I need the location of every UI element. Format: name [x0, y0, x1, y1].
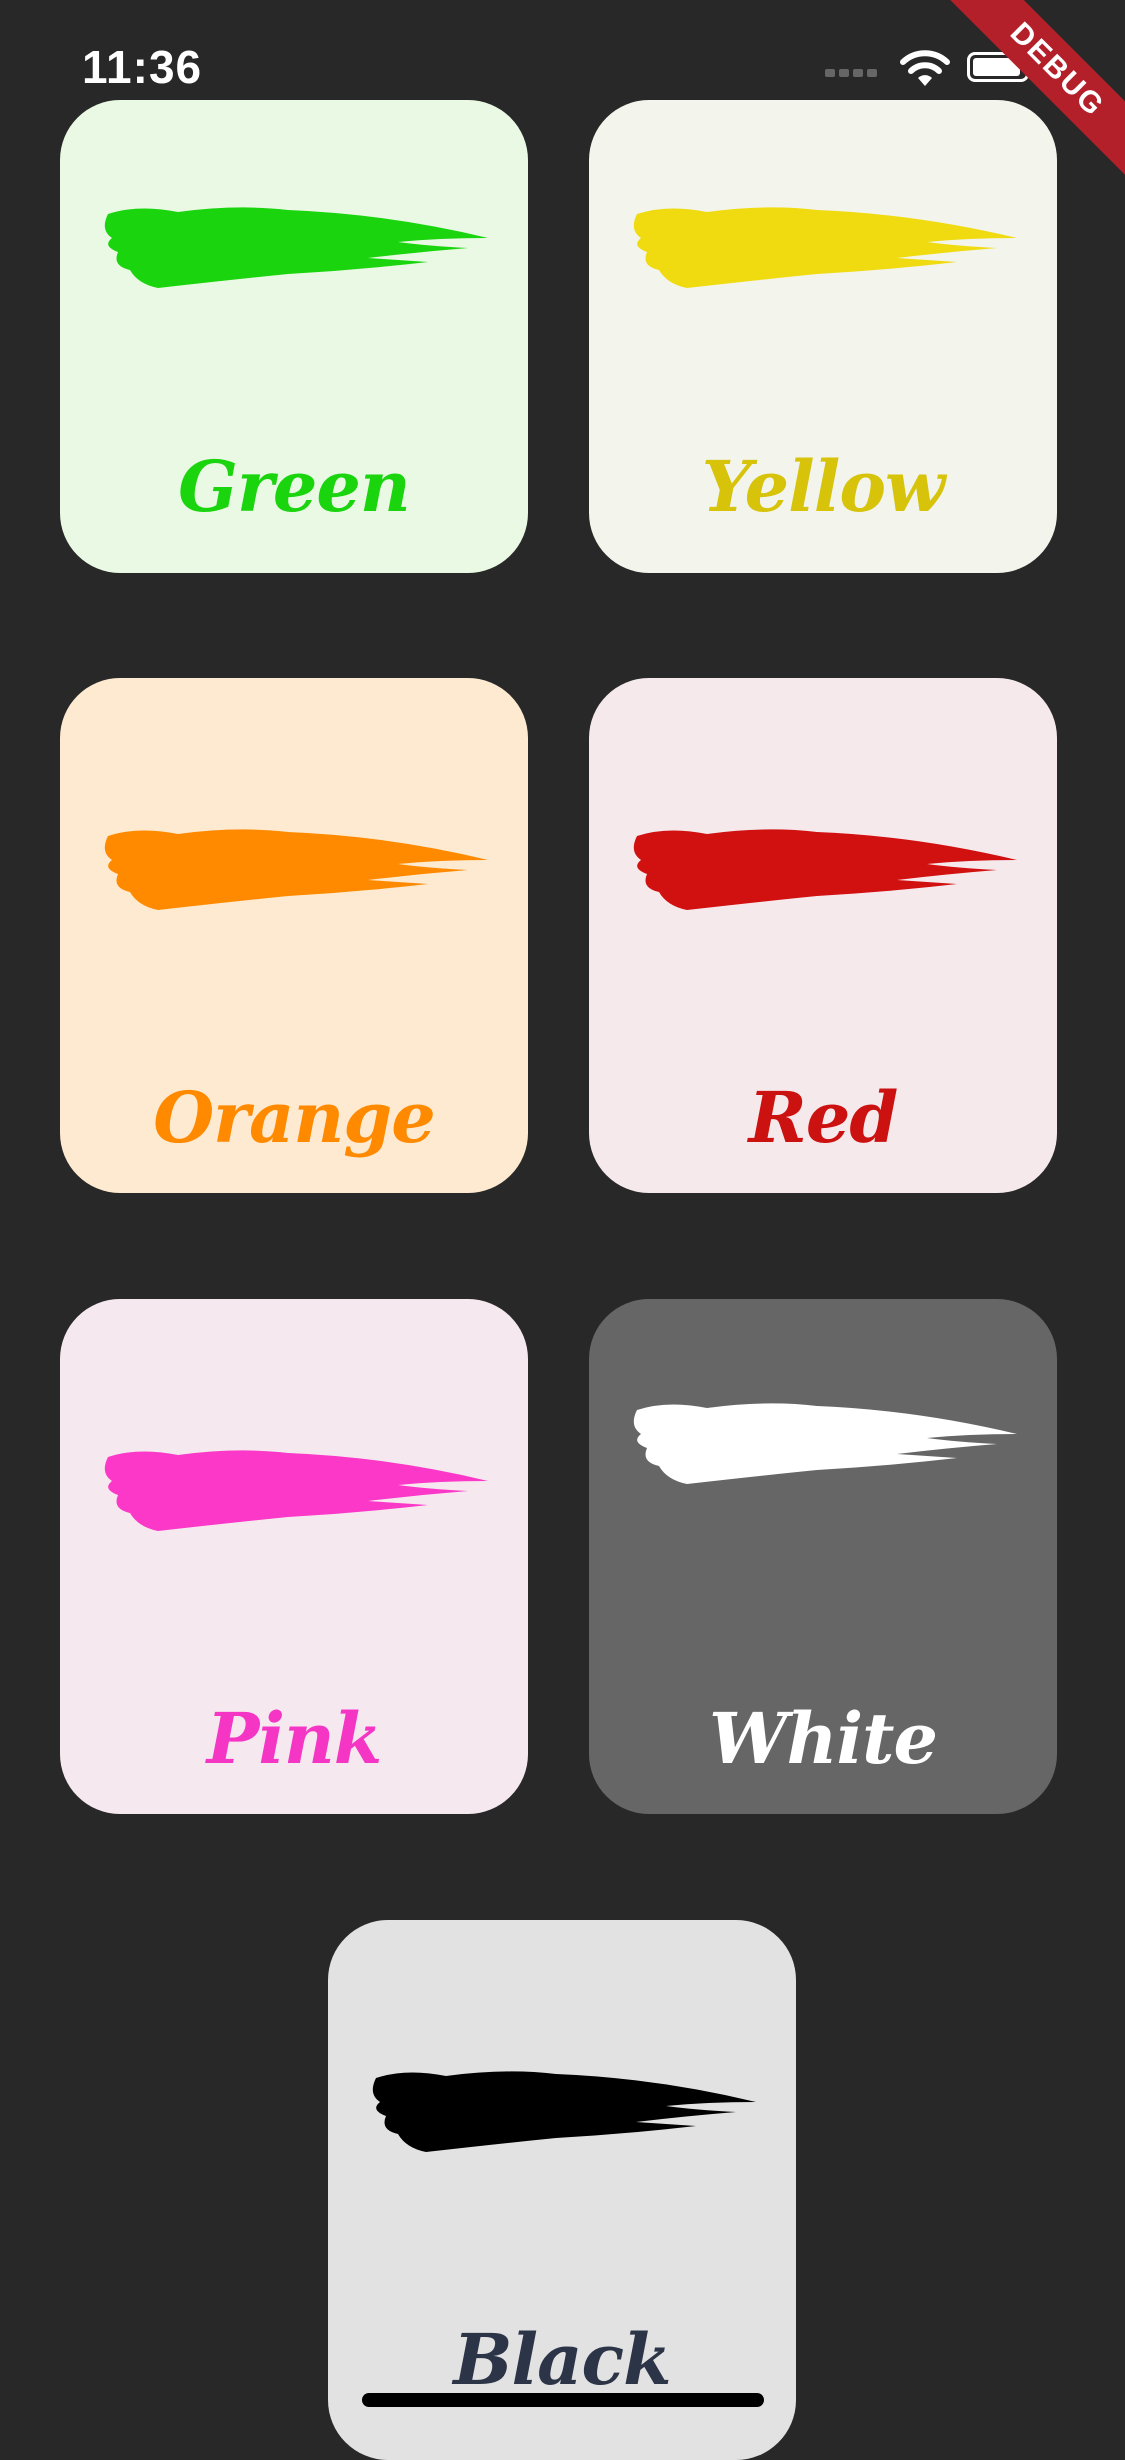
- color-card-orange[interactable]: Orange: [60, 678, 528, 1193]
- red-brush-stroke-icon: [633, 829, 1017, 910]
- color-label-orange: Orange: [153, 1076, 436, 1159]
- cellular-signal-icon: [825, 64, 881, 77]
- yellow-brush-stroke-icon: [633, 207, 1017, 288]
- white-brush-stroke-icon: [633, 1403, 1017, 1484]
- color-card-green[interactable]: Green: [60, 100, 528, 573]
- color-card-pink[interactable]: Pink: [60, 1299, 528, 1814]
- color-label-white: White: [709, 1697, 938, 1780]
- wifi-icon: [900, 50, 950, 86]
- orange-brush-stroke-icon: [104, 829, 489, 910]
- color-label-green: Green: [178, 445, 411, 528]
- color-card-yellow[interactable]: Yellow: [589, 100, 1057, 573]
- home-indicator[interactable]: [362, 2393, 764, 2407]
- color-label-yellow: Yellow: [701, 445, 946, 528]
- color-card-red[interactable]: Red: [589, 678, 1057, 1193]
- status-time: 11:36: [82, 41, 203, 93]
- color-label-pink: Pink: [206, 1697, 383, 1780]
- color-label-red: Red: [748, 1076, 899, 1159]
- color-card-white[interactable]: White: [589, 1299, 1057, 1814]
- black-brush-stroke-icon: [372, 2071, 756, 2152]
- color-card-black[interactable]: Black: [328, 1920, 796, 2460]
- green-brush-stroke-icon: [104, 207, 489, 288]
- color-label-black: Black: [453, 2318, 671, 2401]
- pink-brush-stroke-icon: [104, 1450, 489, 1531]
